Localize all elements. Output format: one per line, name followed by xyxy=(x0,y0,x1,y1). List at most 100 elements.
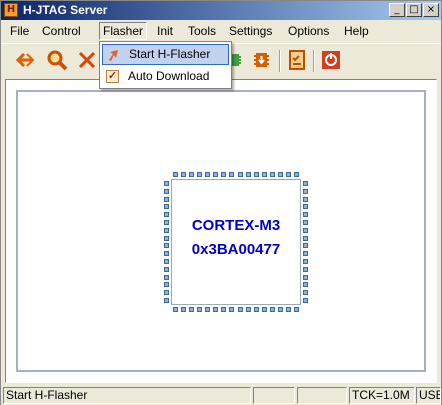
menu-bar: File Control Flasher Init Tools Settings… xyxy=(1,21,441,41)
chip-pin xyxy=(229,307,235,312)
chip-pin xyxy=(303,235,308,241)
menu-item-label: Auto Download xyxy=(128,69,210,83)
menu-init[interactable]: Init xyxy=(154,23,176,39)
status-interface: USB xyxy=(416,387,441,404)
menu-options[interactable]: Options xyxy=(285,23,332,39)
chip-pin xyxy=(277,307,283,312)
menu-item-auto-download[interactable]: ✓ Auto Download xyxy=(102,66,229,87)
menu-item-start-h-flasher[interactable]: Start H-Flasher xyxy=(102,44,229,65)
status-panel-3 xyxy=(297,387,347,404)
chip-pin xyxy=(303,212,308,218)
window-title: H-JTAG Server xyxy=(23,3,108,17)
chip-pin xyxy=(269,172,275,177)
chip-pin xyxy=(303,227,308,233)
chip-pin xyxy=(197,307,203,312)
chip-pin xyxy=(164,243,169,249)
chip-pin xyxy=(303,196,308,202)
chip-pin xyxy=(181,172,187,177)
chip-pin xyxy=(253,307,259,312)
checklist-icon[interactable] xyxy=(285,48,309,72)
check-icon[interactable]: ✓ xyxy=(106,70,119,83)
chip-pin xyxy=(164,266,169,272)
search-icon[interactable] xyxy=(45,48,69,72)
menu-file[interactable]: File xyxy=(7,23,32,39)
chip-pin xyxy=(285,307,291,312)
minimize-button[interactable]: _ xyxy=(389,3,405,17)
chip-pin xyxy=(245,307,251,312)
chip-pin xyxy=(205,307,211,312)
status-message: Start H-Flasher xyxy=(3,387,251,404)
chip-pin xyxy=(197,172,203,177)
menu-tools[interactable]: Tools xyxy=(185,23,219,39)
chip-pin xyxy=(164,298,169,303)
chip-pin xyxy=(303,243,308,249)
chip-pin xyxy=(221,307,227,312)
chip-pin xyxy=(164,212,169,218)
target-frame: CORTEX-M3 0x3BA00477 xyxy=(16,90,426,372)
chip-pin xyxy=(213,172,219,177)
chip-pin xyxy=(303,282,308,288)
h-jtag-server-window: H H-JTAG Server _ □ × File Control Flash… xyxy=(0,0,442,405)
chip-pin xyxy=(261,307,267,312)
chip-pin xyxy=(294,172,299,177)
chip-pin xyxy=(213,307,219,312)
menu-item-label: Start H-Flasher xyxy=(129,47,211,61)
chip-pin xyxy=(269,307,275,312)
chip-pin xyxy=(285,172,291,177)
chip-pin xyxy=(164,227,169,233)
chip-pin xyxy=(164,282,169,288)
chip-pin xyxy=(277,172,283,177)
toolbar-separator xyxy=(279,50,281,72)
chip-pin xyxy=(229,172,235,177)
chip-pin xyxy=(164,181,169,186)
chip-pin xyxy=(303,259,308,264)
delete-x-icon[interactable] xyxy=(75,48,99,72)
chip-pin xyxy=(164,259,169,264)
chip-pin xyxy=(205,172,211,177)
chip-pin xyxy=(253,172,259,177)
chip-pin xyxy=(303,251,308,257)
chip-pin xyxy=(237,307,243,312)
chip-pin xyxy=(164,290,169,296)
power-icon[interactable] xyxy=(319,48,343,72)
chip-pin xyxy=(173,307,178,312)
status-bar: Start H-Flasher TCK=1.0M USB xyxy=(1,385,441,405)
flasher-dropdown-menu: Start H-Flasher ✓ Auto Download xyxy=(99,41,232,89)
menu-settings[interactable]: Settings xyxy=(226,23,275,39)
chip-core-name: CORTEX-M3 xyxy=(191,217,281,234)
title-bar[interactable]: H H-JTAG Server _ □ × xyxy=(1,1,441,20)
chip-pin xyxy=(303,298,308,303)
chip-pin xyxy=(164,204,169,210)
chip-pin xyxy=(164,274,169,280)
chip-pin xyxy=(294,307,299,312)
chip-pin xyxy=(221,172,227,177)
chip-id-code: 0x3BA00477 xyxy=(191,241,281,258)
close-button[interactable]: × xyxy=(423,3,439,17)
chip-download-icon[interactable] xyxy=(249,48,273,72)
menu-help[interactable]: Help xyxy=(341,23,372,39)
chip-pin xyxy=(303,220,308,225)
chip-pin xyxy=(245,172,251,177)
chip-pin xyxy=(303,188,308,194)
chip-pin xyxy=(303,274,308,280)
app-icon[interactable]: H xyxy=(4,3,18,17)
chip-pin xyxy=(164,220,169,225)
menu-flasher[interactable]: Flasher xyxy=(99,22,148,40)
chip-pin xyxy=(164,196,169,202)
chip-pin xyxy=(261,172,267,177)
chip-pin xyxy=(303,181,308,186)
chip-pin xyxy=(164,188,169,194)
menu-control[interactable]: Control xyxy=(39,23,84,39)
status-panel-2 xyxy=(253,387,295,404)
maximize-button[interactable]: □ xyxy=(406,3,422,17)
connect-arrow-icon[interactable] xyxy=(13,48,37,72)
chip-pin xyxy=(189,307,195,312)
chip-pin xyxy=(164,251,169,257)
cortex-chip-graphic: CORTEX-M3 0x3BA00477 xyxy=(164,172,308,312)
flasher-icon xyxy=(107,48,121,62)
target-view: CORTEX-M3 0x3BA00477 xyxy=(5,79,437,383)
status-tck: TCK=1.0M xyxy=(349,387,415,404)
chip-pin xyxy=(303,290,308,296)
chip-pin xyxy=(164,235,169,241)
chip-pin xyxy=(173,172,178,177)
